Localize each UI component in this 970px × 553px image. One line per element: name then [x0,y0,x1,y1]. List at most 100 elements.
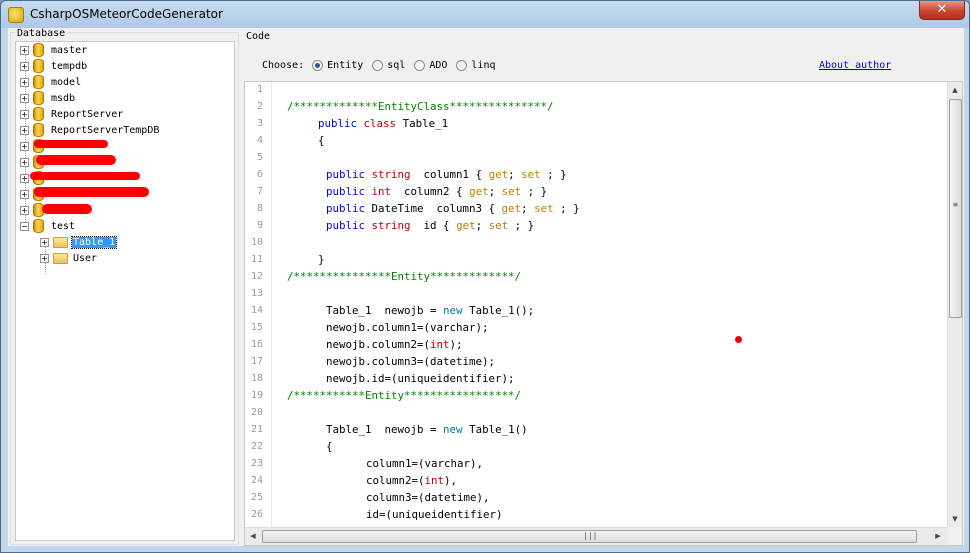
code-line: public class Table_1 [318,117,448,130]
line-number: 7 [256,186,263,197]
client-area: Database + master + tempdb + model + msdb + R… [8,28,964,546]
about-author-link[interactable]: About author [819,60,891,71]
line-number: 19 [250,390,263,401]
line-number: 22 [250,441,263,452]
expand-icon[interactable]: + [40,237,49,247]
tree-node-label: ReportServerTempDB [51,124,160,136]
accessor: get [501,202,522,215]
line-number: 1 [256,84,263,95]
scrollbar-corner [947,527,962,545]
accessor: set [488,219,509,232]
code-comment: /***************Entity*************/ [287,270,522,283]
line-number: 16 [250,339,263,350]
keyword: class [363,117,397,130]
expand-icon[interactable]: + [20,173,29,183]
type-keyword: string [371,219,411,232]
class-name: Table_1 [326,304,372,317]
radio-button[interactable] [372,60,384,71]
code-line: { [318,134,325,147]
tree-node-db[interactable]: + ReportServer [20,106,124,122]
tree-node-db[interactable]: + tempdb [20,58,88,74]
tree-node-db[interactable]: + master [20,42,88,58]
tree-node-table[interactable]: + User [40,250,98,266]
radio-button-checked[interactable] [312,60,324,71]
code-editor[interactable]: 1 2 3 4 5 6 7 8 9 10 11 12 13 14 15 16 17 18 19 20 21 22 23 24 2… [244,81,963,546]
expand-icon[interactable]: + [40,253,49,263]
keyword: public [326,168,366,181]
code-text-area[interactable]: /*************EntityClass***************… [271,82,947,527]
line-number: 6 [256,169,263,180]
keyword: public [326,219,366,232]
radio-button[interactable] [414,60,426,71]
redaction-mark [34,187,149,197]
radio-button[interactable] [456,60,468,71]
radio-entity[interactable]: Entity [312,60,363,71]
line-number: 17 [250,356,263,367]
code-line: } [318,253,325,266]
expand-icon[interactable]: + [20,141,29,151]
redaction-mark [42,204,92,214]
folder-icon [53,252,68,264]
class-name: Table_1 [402,117,449,130]
tree-node-db[interactable]: + model [20,74,82,90]
expand-icon[interactable]: + [20,157,29,167]
tree-node-label: master [51,44,88,56]
code-line: public DateTime column3 { get; set ; } [326,202,580,215]
scroll-right-arrow-icon[interactable]: ▶ [931,529,945,543]
accessor: get [469,185,489,198]
tree-node-table-selected[interactable]: + Table_1 [40,234,118,250]
expand-icon[interactable]: + [20,109,29,119]
tree-node-db-test[interactable]: − test [20,218,76,234]
scroll-down-arrow-icon[interactable]: ▼ [948,512,962,526]
folder-icon [53,236,68,248]
keyword: new [443,304,463,317]
tree-node-db[interactable]: + ReportServerTempDB [20,122,160,138]
code-comment: /*************EntityClass***************… [287,100,554,113]
tree-node-label: msdb [51,92,76,104]
expand-icon[interactable]: + [20,45,29,55]
radio-label: Entity [327,60,364,71]
radio-sql[interactable]: sql [372,60,405,71]
expand-icon[interactable]: + [20,189,29,199]
database-tree[interactable]: + master + tempdb + model + msdb + ReportServ… [15,41,235,541]
code-line: newojb.column2=(int); [326,338,463,351]
expand-icon[interactable]: + [20,125,29,135]
database-icon [33,123,44,137]
expand-icon[interactable]: + [20,61,29,71]
horizontal-scroll-thumb[interactable]: ||| [262,530,917,543]
radio-ado[interactable]: ADO [414,60,447,71]
expand-icon[interactable]: + [20,205,29,215]
vertical-scroll-thumb[interactable]: ≡ [949,99,962,318]
close-button[interactable]: ✕ [919,1,965,20]
keyword: public [318,117,358,130]
line-number: 4 [256,135,263,146]
identifier: newojb [326,338,366,351]
code-group: Code Choose: Entity sql ADO linq About a… [244,31,963,546]
line-number: 8 [256,203,263,214]
app-window: CsharpOSMeteorCodeGenerator ✕ Database +… [0,0,970,553]
tree-node-label: Table_1 [70,235,118,249]
redaction-mark [34,140,108,148]
radio-linq[interactable]: linq [456,60,496,71]
scroll-left-arrow-icon[interactable]: ◀ [246,529,260,543]
tree-node-label: tempdb [51,60,88,72]
line-number: 15 [250,322,263,333]
horizontal-scrollbar[interactable]: ◀ ||| ▶ [245,527,947,545]
line-number: 14 [250,305,263,316]
collapse-icon[interactable]: − [20,221,29,231]
expand-icon[interactable]: + [20,77,29,87]
tree-node-label: test [51,220,76,232]
line-number: 21 [250,424,263,435]
class-name: Table_1 [469,423,515,436]
scroll-up-arrow-icon[interactable]: ▲ [948,83,962,97]
redaction-mark [36,155,116,165]
tree-node-label: ReportServer [51,108,124,120]
expand-icon[interactable]: + [20,93,29,103]
line-number: 20 [250,407,263,418]
keyword: public [326,202,366,215]
database-group: Database + master + tempdb + model + msdb + R… [10,28,239,545]
vertical-scrollbar[interactable]: ▲ ≡ ▼ [947,82,962,527]
code-type-options: Choose: Entity sql ADO linq [262,60,505,71]
title-bar[interactable]: CsharpOSMeteorCodeGenerator ✕ [1,1,969,28]
tree-node-db[interactable]: + msdb [20,90,76,106]
